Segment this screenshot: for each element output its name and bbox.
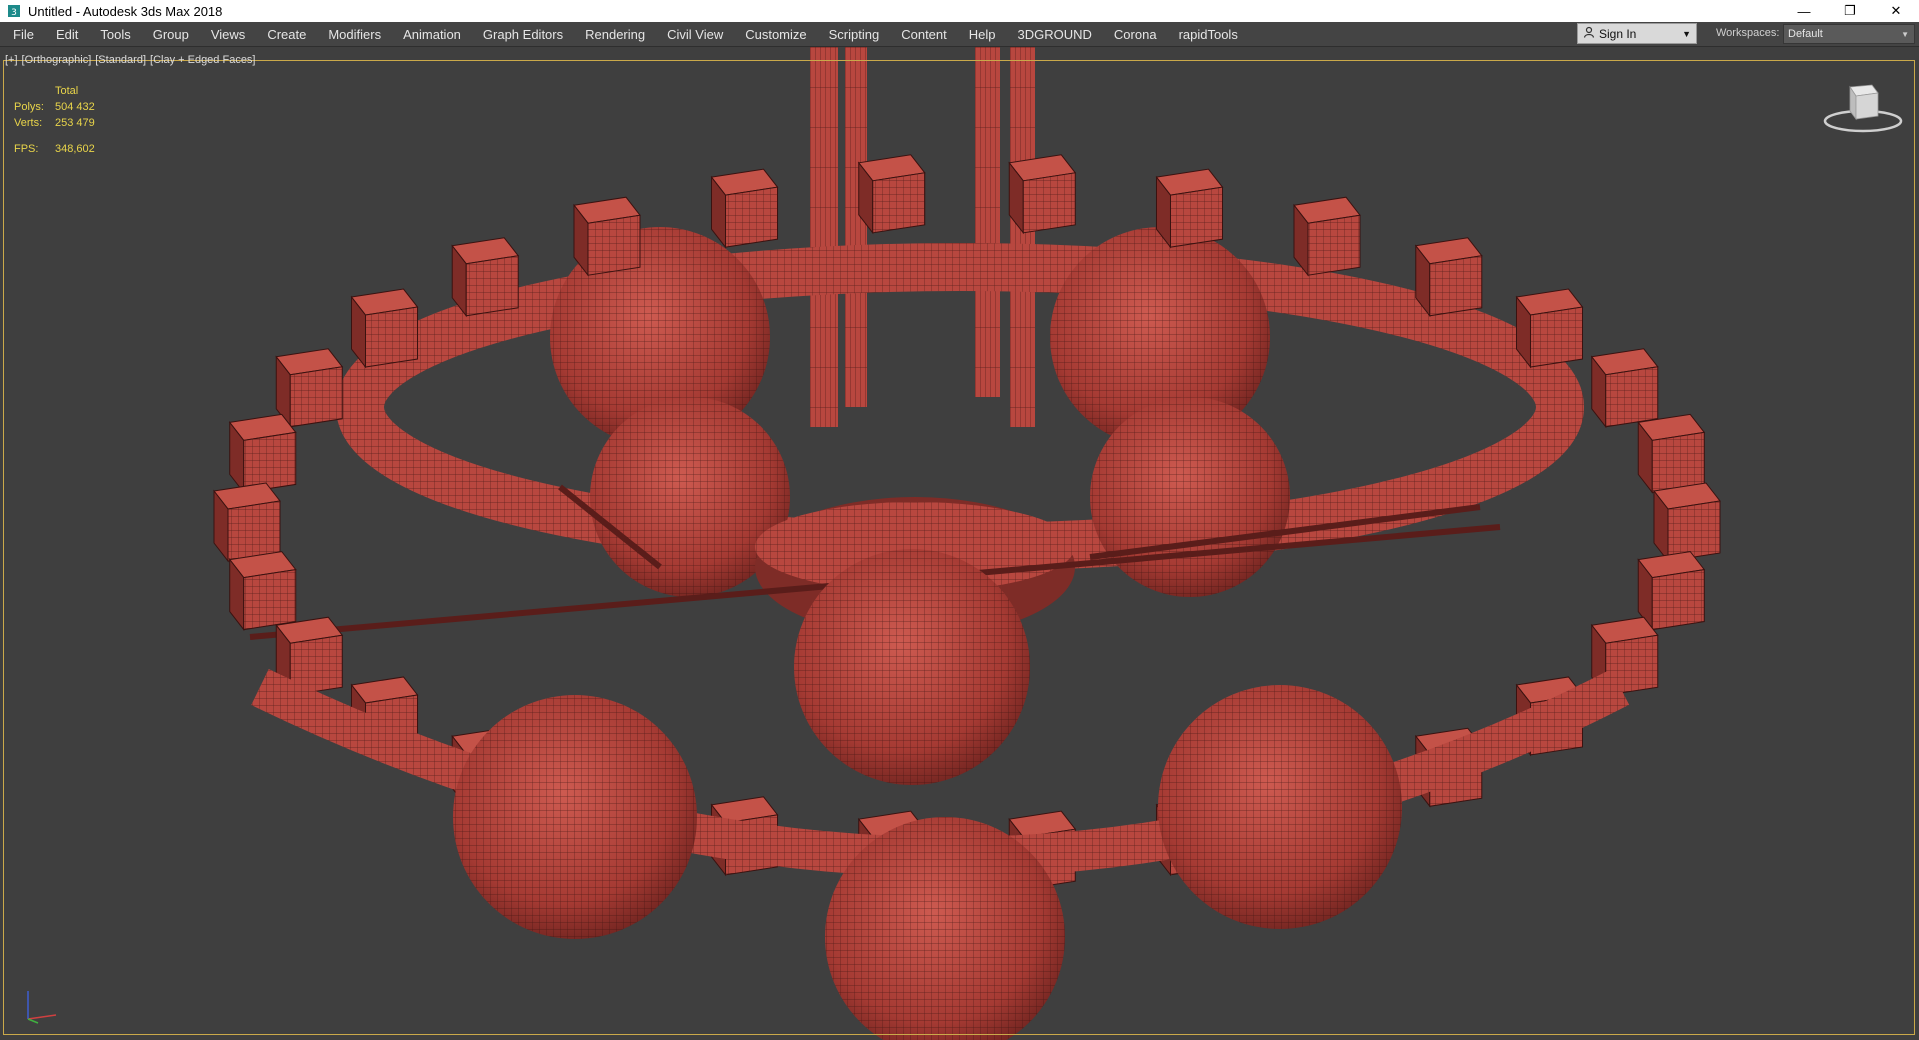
title-bar: 3 Untitled - Autodesk 3ds Max 2018 — ❐ ✕	[0, 0, 1919, 22]
cube-mesh	[466, 255, 519, 316]
polys-value: 504 432	[55, 101, 95, 113]
viewport-shading-mode[interactable]: [Clay + Edged Faces]	[150, 54, 255, 66]
menu-content[interactable]: Content	[890, 22, 958, 46]
sign-in-label: Sign In	[1599, 26, 1637, 41]
chevron-down-icon: ▼	[1682, 28, 1691, 39]
menu-scripting[interactable]: Scripting	[818, 22, 891, 46]
menu-tools[interactable]: Tools	[89, 22, 141, 46]
verts-value: 253 479	[55, 117, 95, 129]
viewcube-icon[interactable]	[1820, 79, 1906, 139]
cube-mesh	[872, 172, 925, 233]
menu-group[interactable]: Group	[142, 22, 200, 46]
front-sphere-mesh	[453, 695, 697, 939]
window-title: Untitled - Autodesk 3ds Max 2018	[28, 3, 223, 19]
scene-statistics: Total Polys: 504 432 Verts: 253 479 FPS: 34…	[14, 83, 95, 157]
menu-bar: File Edit Tools Group Views Create Modif…	[0, 22, 1919, 47]
workspace-select[interactable]: Default ▼	[1783, 24, 1915, 44]
user-icon	[1583, 26, 1595, 41]
back-sphere-mesh	[1090, 397, 1290, 597]
cube-mesh	[243, 569, 296, 630]
cube-mesh	[1308, 215, 1360, 276]
3dsmax-app-icon: 3	[6, 3, 22, 19]
menu-animation[interactable]: Animation	[392, 22, 472, 46]
cube-mesh	[725, 187, 778, 248]
axis-tripod-icon	[27, 991, 57, 1024]
viewport-preset[interactable]: [Standard]	[95, 54, 146, 66]
cube-mesh	[365, 307, 418, 368]
restore-button[interactable]: ❐	[1827, 0, 1873, 22]
verts-label: Verts:	[14, 117, 43, 129]
menu-customize[interactable]: Customize	[734, 22, 817, 46]
cube-mesh	[1530, 307, 1583, 368]
workspace-value: Default	[1788, 28, 1823, 40]
chandelier-model[interactable]	[0, 47, 1919, 1040]
menu-modifiers[interactable]: Modifiers	[317, 22, 392, 46]
menu-create[interactable]: Create	[256, 22, 317, 46]
menu-corona[interactable]: Corona	[1103, 22, 1168, 46]
menu-3dground[interactable]: 3DGROUND	[1007, 22, 1103, 46]
fps-label: FPS:	[14, 143, 39, 155]
front-sphere-mesh	[1158, 685, 1402, 929]
menu-civil-view[interactable]: Civil View	[656, 22, 734, 46]
menu-edit[interactable]: Edit	[45, 22, 89, 46]
cube-mesh	[1652, 432, 1705, 493]
polys-label: Polys:	[14, 101, 44, 113]
svg-text:3: 3	[11, 8, 17, 18]
menu-views[interactable]: Views	[200, 22, 256, 46]
menu-help[interactable]: Help	[958, 22, 1007, 46]
menu-items: File Edit Tools Group Views Create Modif…	[0, 22, 1249, 46]
rod-mesh	[1010, 47, 1035, 427]
viewport-orthographic[interactable]: [+] [Orthographic] [Standard] [Clay + Ed…	[0, 47, 1919, 1040]
cube-mesh	[1170, 187, 1223, 248]
cube-mesh	[1605, 366, 1658, 427]
menu-file[interactable]: File	[0, 22, 45, 46]
cube-mesh	[228, 501, 280, 561]
cube-mesh	[588, 215, 640, 276]
rod-mesh	[810, 47, 838, 427]
close-button[interactable]: ✕	[1873, 0, 1919, 22]
menu-rendering[interactable]: Rendering	[574, 22, 656, 46]
chevron-down-icon: ▼	[1901, 29, 1909, 39]
stats-header: Total	[55, 85, 79, 97]
menu-rapidtools[interactable]: rapidTools	[1168, 22, 1249, 46]
sign-in-dropdown[interactable]: Sign In ▼	[1577, 23, 1697, 44]
viewport-view-type[interactable]: [Orthographic]	[22, 54, 92, 66]
fps-value: 348,602	[55, 143, 95, 155]
rod-mesh	[975, 47, 1000, 397]
cube-mesh	[1668, 501, 1720, 561]
cube-mesh	[290, 366, 343, 427]
cube-mesh	[243, 432, 296, 493]
minimize-button[interactable]: —	[1781, 0, 1827, 22]
viewport-label[interactable]: [+] [Orthographic] [Standard] [Clay + Ed…	[5, 54, 256, 66]
cube-mesh	[1652, 569, 1705, 630]
workspaces-label: Workspaces:	[1716, 27, 1780, 39]
cube-mesh	[1023, 172, 1076, 233]
front-sphere-mesh	[794, 549, 1030, 785]
cube-mesh	[1429, 255, 1482, 316]
menu-graph-editors[interactable]: Graph Editors	[472, 22, 574, 46]
viewport-menu-plus[interactable]: [+]	[5, 54, 18, 66]
rod-mesh	[845, 47, 867, 407]
